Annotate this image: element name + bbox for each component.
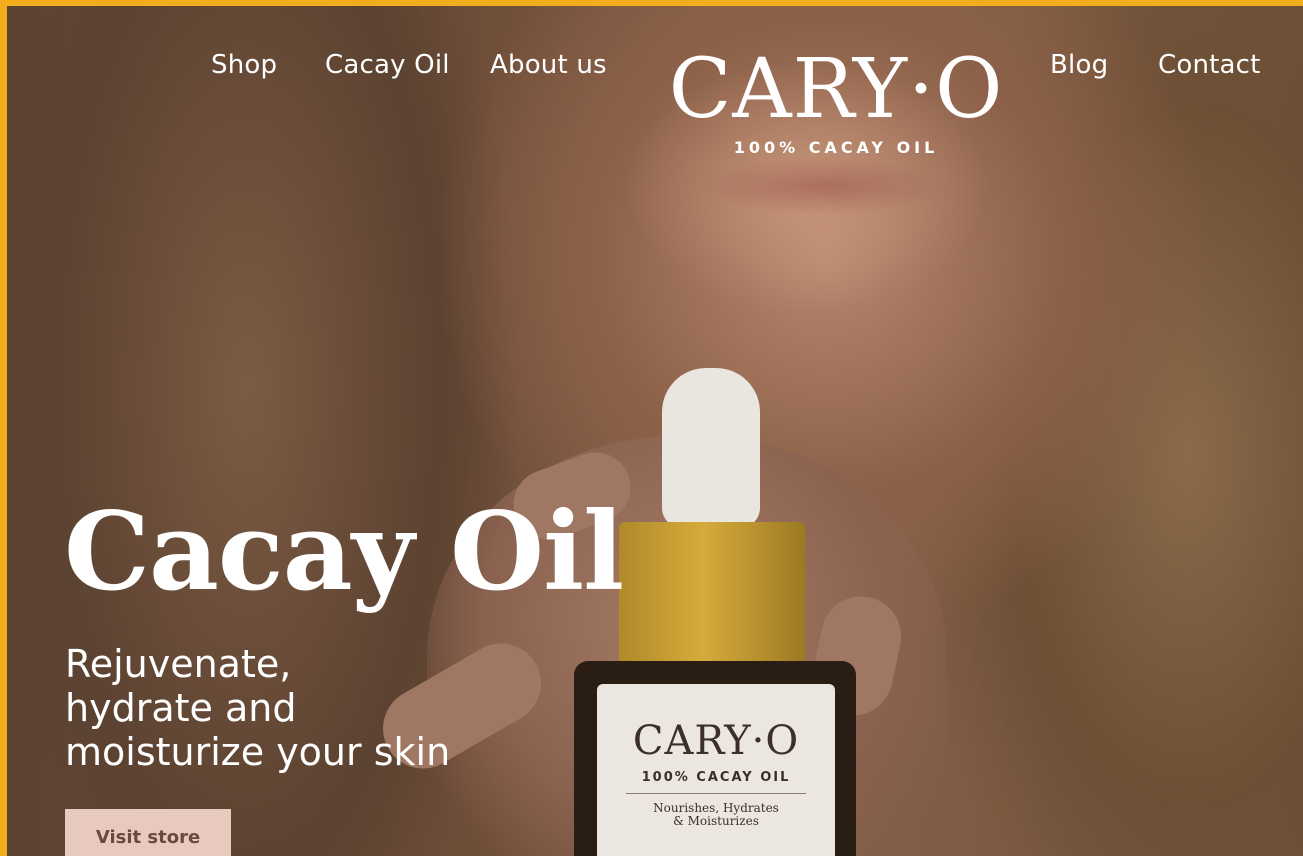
top-navigation: Shop Cacay Oil About us CARY·O 100% CACA…: [7, 6, 1303, 158]
page-frame: CARY·O 100% CACAY OIL Nourishes, Hydrate…: [0, 0, 1303, 856]
hero-subtitle-line: moisturize your skin: [65, 730, 451, 774]
nav-link-about-us[interactable]: About us: [490, 50, 607, 80]
product-label-divider: [626, 793, 806, 794]
product-label-description: Nourishes, Hydrates & Moisturizes: [597, 802, 835, 828]
product-label-desc-line: & Moisturizes: [673, 814, 759, 828]
hero-subtitle: Rejuvenate, hydrate and moisturize your …: [65, 642, 450, 774]
visit-store-button[interactable]: Visit store: [65, 809, 231, 856]
nav-link-blog[interactable]: Blog: [1050, 50, 1108, 80]
nav-link-cacay-oil[interactable]: Cacay Oil: [325, 50, 450, 80]
hero-photo-lips: [697, 156, 947, 216]
hero-title: Cacay Oil: [64, 489, 624, 615]
brand-logo-tagline: 100% CACAY OIL: [733, 138, 939, 157]
brand-logo-mark: CARY·O: [668, 42, 1004, 137]
product-label-brand: CARY·O: [632, 718, 800, 764]
product-label: CARY·O 100% CACAY OIL Nourishes, Hydrate…: [597, 684, 835, 856]
hero-subtitle-line: Rejuvenate,: [65, 642, 292, 686]
product-bottle-cap: [619, 522, 805, 666]
product-label-tagline: 100% CACAY OIL: [641, 770, 791, 785]
nav-link-contact[interactable]: Contact: [1158, 50, 1261, 80]
brand-logo[interactable]: CARY·O 100% CACAY OIL: [661, 42, 1011, 158]
hero-subtitle-line: hydrate and: [65, 686, 297, 730]
nav-link-shop[interactable]: Shop: [211, 50, 277, 80]
product-dropper-bulb: [662, 368, 760, 528]
